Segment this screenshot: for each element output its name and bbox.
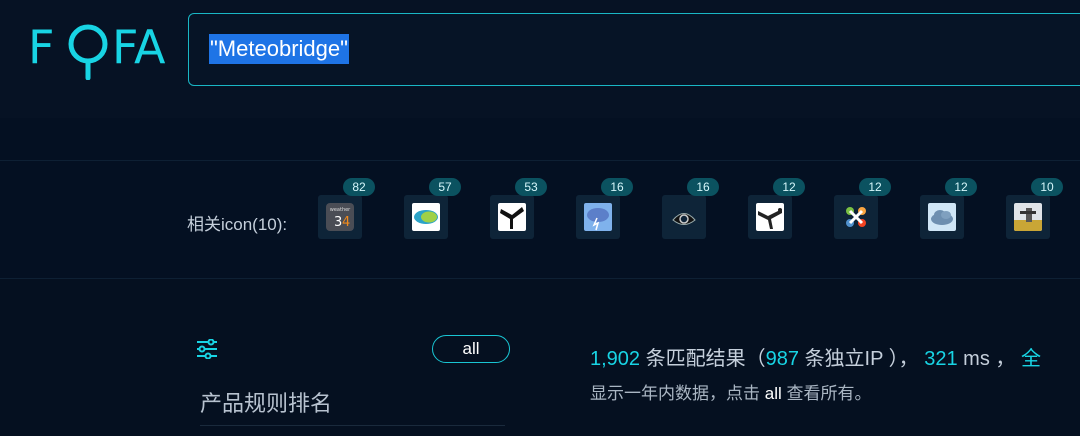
svg-text:weather: weather: [330, 207, 351, 213]
icon-count-badge: 16: [687, 178, 719, 196]
joomla-icon: [842, 203, 870, 231]
filter-sliders-icon[interactable]: [196, 339, 218, 359]
storm-cloud-icon: [584, 203, 612, 231]
data-range-note: 显示一年内数据，点击 all 查看所有。: [590, 379, 871, 404]
icon-count-badge: 10: [1031, 178, 1063, 196]
query-time: 321: [924, 348, 958, 370]
show-all-link[interactable]: all: [765, 384, 782, 403]
result-count: 1,902: [590, 348, 641, 370]
related-icon-tile[interactable]: 10: [1006, 178, 1063, 239]
note-suffix: 查看所有。: [786, 384, 872, 403]
related-icons-label: 相关icon(10):: [187, 215, 288, 234]
all-filter-button[interactable]: all: [432, 335, 510, 363]
icon-count-badge: 53: [515, 178, 547, 196]
cloud-icon: [928, 203, 956, 231]
result-count-label: 条匹配结果（: [645, 348, 766, 370]
related-icon-tile[interactable]: 16: [662, 178, 719, 239]
logo-letter: F: [28, 20, 56, 74]
related-icon-tile[interactable]: 53: [490, 178, 547, 239]
weather-station-icon: [498, 203, 526, 231]
header: F F A "Meteobridge": [0, 0, 1080, 118]
related-icon-tile[interactable]: 57: [404, 178, 461, 239]
divider: [200, 425, 505, 426]
related-icons-row: 相关icon(10): 82 weather 3 4 57 53 16 16 1…: [0, 161, 1080, 279]
related-icon-tile[interactable]: 16: [576, 178, 633, 239]
related-icon-tile[interactable]: 82 weather 3 4: [318, 178, 375, 239]
icon-count-badge: 57: [429, 178, 461, 196]
weather-station-photo-icon: [1014, 203, 1042, 231]
icon-count-badge: 12: [859, 178, 891, 196]
logo-letter: A: [134, 20, 167, 74]
toolbar-strip: [0, 118, 1080, 161]
eye-logo-icon: [670, 203, 698, 231]
related-icon-tile[interactable]: 12: [748, 178, 805, 239]
fofa-logo[interactable]: F F A: [28, 20, 168, 80]
unique-ip-count: 987: [765, 348, 799, 370]
query-time-unit: ms ，: [963, 348, 1016, 370]
result-stats: 1,902 条匹配结果（987 条独立IP ）， 321 ms ， 全: [590, 342, 1041, 371]
related-icon-tile[interactable]: 12: [834, 178, 891, 239]
icon-count-badge: 82: [343, 178, 375, 196]
icon-count-badge: 12: [945, 178, 977, 196]
truncated-link[interactable]: 全: [1021, 348, 1041, 370]
product-rank-title: 产品规则排名: [200, 391, 333, 416]
unique-ip-label: 条独立IP ），: [804, 348, 919, 370]
related-icon-tile[interactable]: 12: [920, 178, 977, 239]
search-input[interactable]: "Meteobridge": [209, 34, 349, 64]
search-box[interactable]: "Meteobridge": [188, 13, 1080, 86]
weather34-icon: weather 3 4: [326, 203, 354, 231]
svg-text:4: 4: [342, 215, 350, 230]
icon-count-badge: 16: [601, 178, 633, 196]
anemometer-icon: [756, 203, 784, 231]
logo-magnifier-icon: [68, 24, 108, 80]
meteo-logo-icon: [412, 203, 440, 231]
note-prefix: 显示一年内数据，点击: [590, 384, 760, 403]
icon-count-badge: 12: [773, 178, 805, 196]
